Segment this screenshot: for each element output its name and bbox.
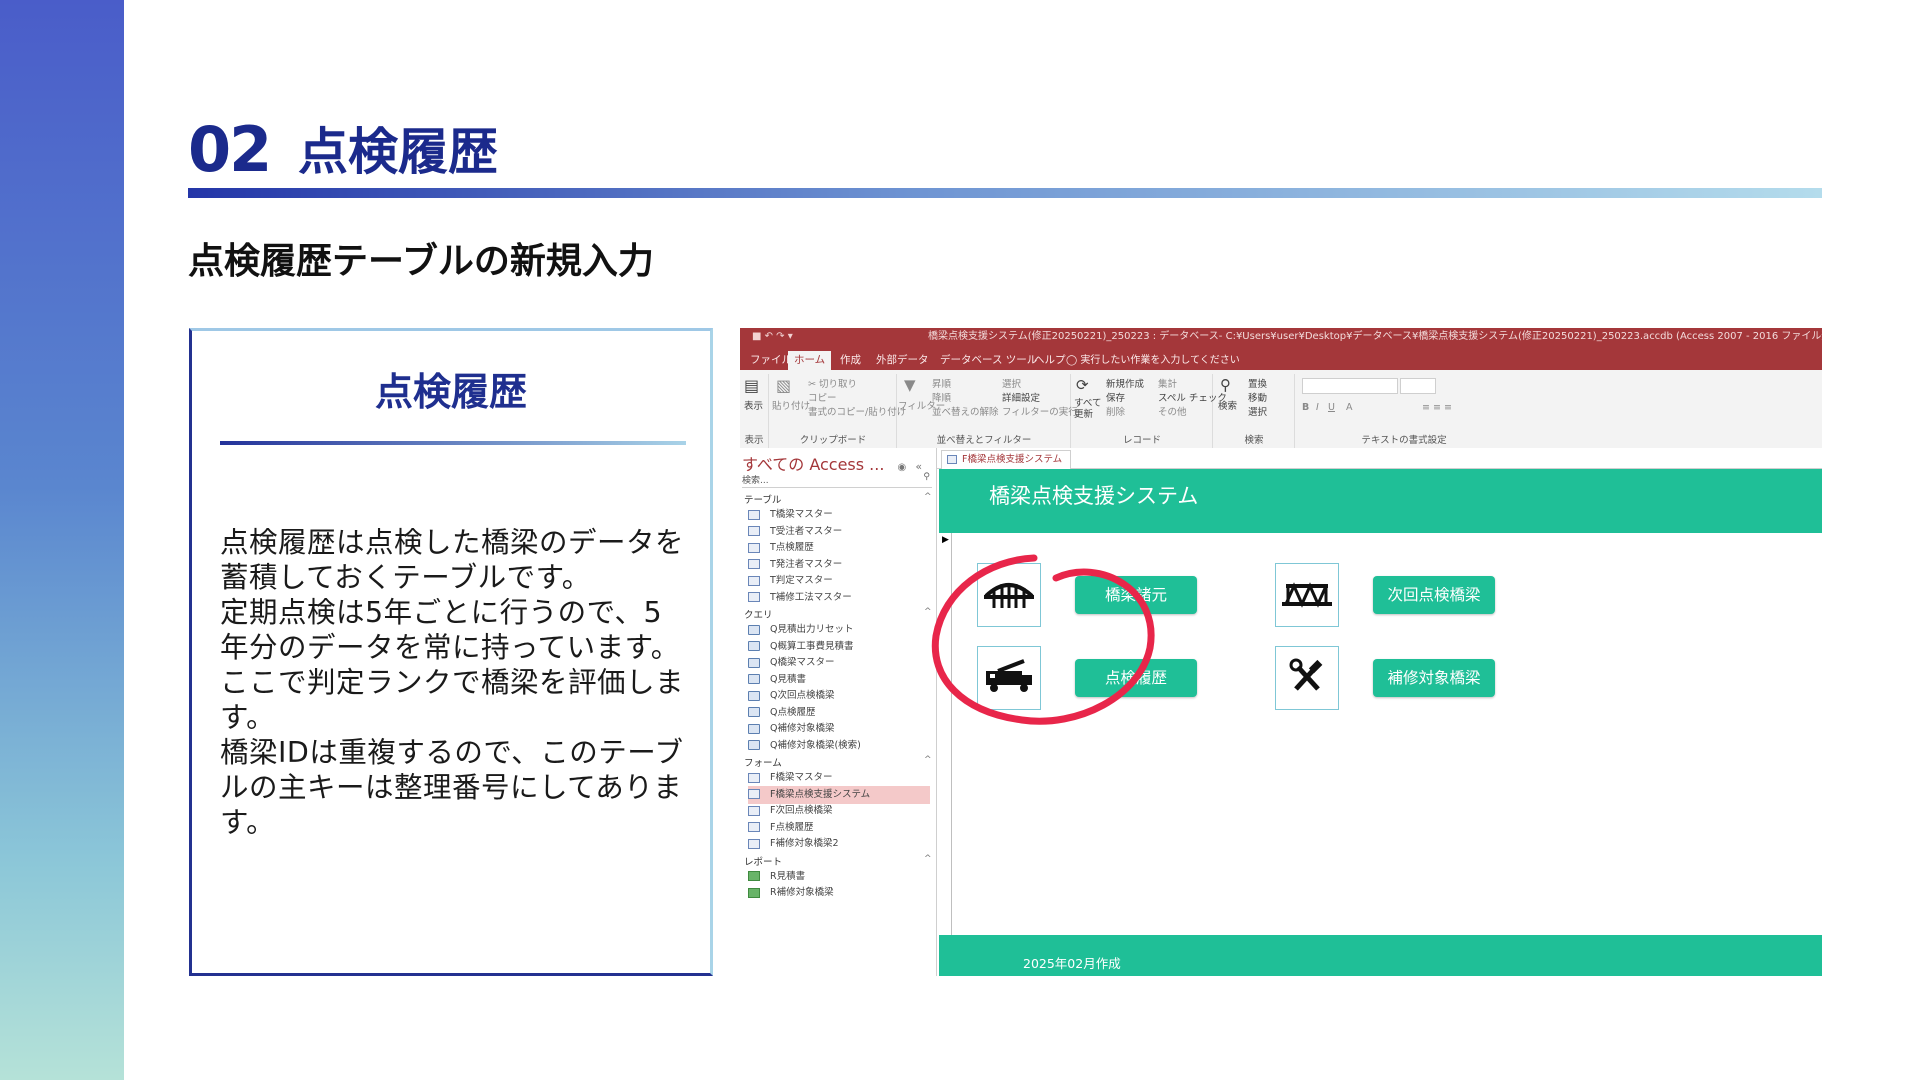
- card-line: 定期点検は5年ごとに行うので、5年分のデータを常に持っています。: [220, 596, 680, 664]
- description-card: 点検履歴 点検履歴は点検した橋梁のデータを蓄積しておくテーブルです。 定期点検は…: [189, 328, 713, 976]
- card-divider: [220, 441, 686, 445]
- card-line: ここで判定ランクで橋梁を評価します。: [220, 666, 685, 734]
- card-line: 点検履歴は点検した橋梁のデータを蓄積しておくテーブルです。: [220, 526, 685, 594]
- card-title: 点検履歴: [374, 370, 527, 414]
- card-body: 点検履歴は点検した橋梁のデータを蓄積しておくテーブルです。 定期点検は5年ごとに…: [220, 525, 690, 840]
- card-line: 橋梁IDは重複するので、このテーブルの主キーは整理番号にしてあります。: [220, 736, 684, 839]
- slide-subtitle: 点検履歴テーブルの新規入力: [188, 241, 654, 282]
- section-number: 02: [188, 113, 272, 186]
- access-screenshot: ■ ↶ ↷ ▾ 橋梁点検支援システム(修正20250221)_250223 : …: [740, 328, 1822, 976]
- red-highlight-circle: [931, 554, 1155, 725]
- title-underline: [188, 188, 1822, 198]
- section-title: 点検履歴: [298, 123, 498, 181]
- side-gradient-band: [0, 0, 124, 1080]
